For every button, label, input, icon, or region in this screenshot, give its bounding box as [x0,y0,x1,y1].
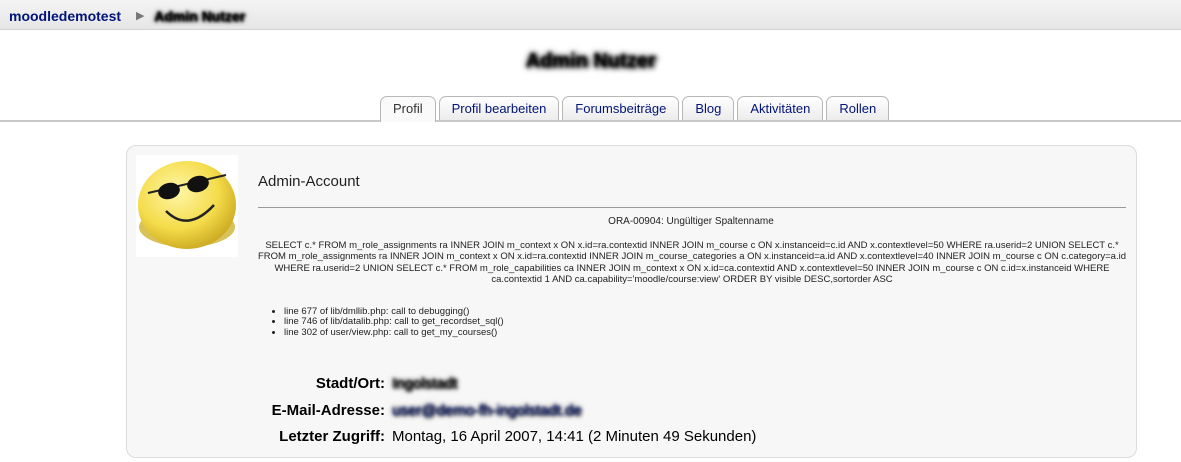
tab-rollen[interactable]: Rollen [826,96,890,120]
error-sql: SELECT c.* FROM m_role_assignments ra IN… [258,240,1126,285]
page-title: Admin Nutzer [525,50,656,72]
city-label: Stadt/Ort: [315,375,385,392]
breadcrumb-current: Admin Nutzer [154,8,245,24]
breadcrumb-site-link[interactable]: moodledemotest [9,8,121,24]
profile-divider [258,207,1126,208]
email-link[interactable]: user@demo-fh-ingolstadt.de [392,402,582,419]
tab-blog[interactable]: Blog [682,96,735,120]
error-trace-list: line 677 of lib/dmllib.php: call to debu… [272,306,504,338]
smiley-sunglasses-icon[interactable] [136,155,238,257]
last-access-value: Montag, 16 April 2007, 14:41 (2 Minuten … [392,428,757,445]
tab-profil-bearbeiten[interactable]: Profil bearbeiten [438,96,560,120]
tab-bar: Profil Profil bearbeiten Forumsbeiträge … [380,96,892,122]
email-label: E-Mail-Adresse: [271,402,385,419]
city-value: Ingolstadt [392,375,458,392]
trace-item: line 302 of user/view.php: call to get_m… [284,327,504,338]
last-access-label: Letzter Zugriff: [279,428,385,445]
tab-forumsbeitraege[interactable]: Forumsbeiträge [562,96,680,120]
navbar: moodledemotest ▶ Admin Nutzer [0,0,1181,30]
profile-name: Admin-Account [258,173,360,190]
tab-aktivitaeten[interactable]: Aktivitäten [737,96,824,120]
tab-profil[interactable]: Profil [380,96,436,122]
breadcrumb-separator-icon: ▶ [136,10,145,22]
error-title: ORA-00904: Ungültiger Spaltenname [608,216,774,227]
